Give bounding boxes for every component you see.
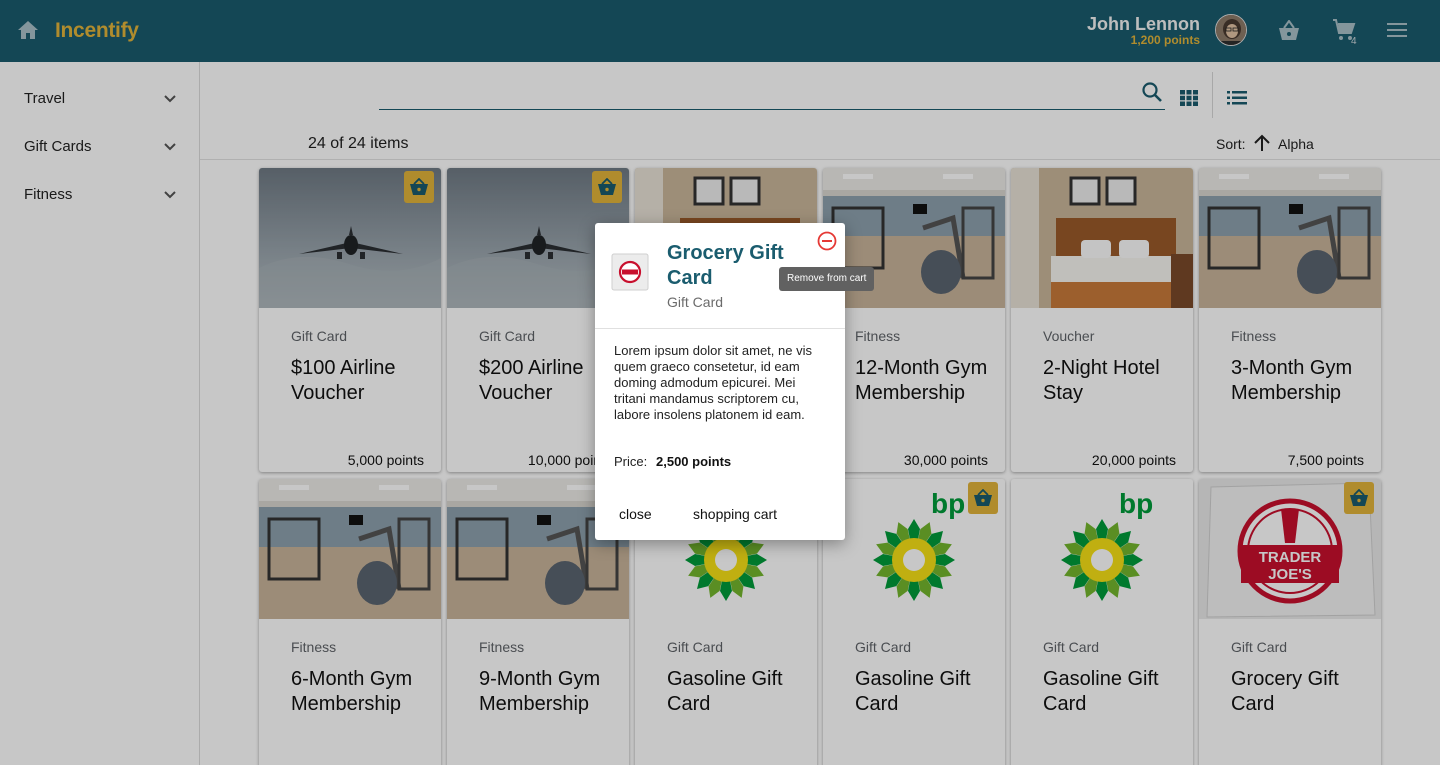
dialog-description: Lorem ipsum dolor sit amet, ne vis quem … — [614, 343, 812, 422]
price-label: Price: — [614, 454, 648, 469]
dialog-divider — [595, 328, 845, 329]
remove-from-cart-icon[interactable] — [817, 231, 837, 251]
remove-from-cart-tooltip: Remove from cart — [779, 267, 875, 291]
shopping-cart-button[interactable]: shopping cart — [681, 502, 789, 526]
dialog-category: Gift Card — [667, 294, 724, 310]
price-value: 2,500 points — [656, 454, 732, 469]
product-thumbnail — [611, 253, 649, 291]
close-button[interactable]: close — [607, 502, 664, 526]
